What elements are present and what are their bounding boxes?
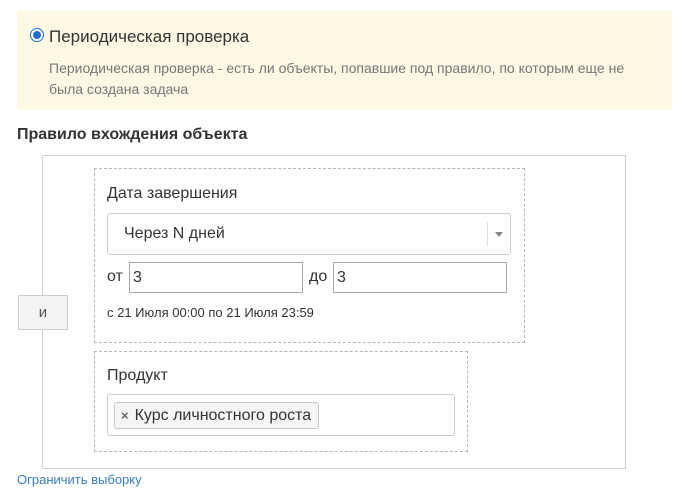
periodic-check-label[interactable]: Периодическая проверка [49, 27, 249, 47]
product-tag: × Курс личностного роста [114, 402, 320, 429]
date-condition-label: Дата завершения [107, 185, 238, 202]
periodic-check-description: Периодическая проверка - есть ли объекты… [49, 60, 625, 97]
logic-operator-button[interactable]: и [18, 295, 68, 330]
logic-operator-label: и [38, 304, 48, 321]
days-from-input[interactable] [129, 262, 303, 293]
rule-section-title: Правило вхождения объекта [17, 126, 248, 143]
date-range-hint: с 21 Июля 00:00 по 21 Июля 23:59 [107, 305, 314, 320]
date-mode-value: Через N дней [124, 225, 225, 242]
remove-tag-icon[interactable]: × [121, 408, 129, 423]
date-mode-select[interactable]: Через N дней [107, 213, 511, 255]
days-to-input[interactable] [333, 262, 507, 293]
periodic-check-radio[interactable] [30, 28, 44, 42]
product-multiselect[interactable]: × Курс личностного роста [107, 394, 455, 436]
chevron-down-icon[interactable] [495, 232, 503, 237]
to-label: до [309, 268, 328, 285]
product-condition-label: Продукт [107, 367, 168, 384]
product-tag-label: Курс личностного роста [134, 406, 312, 424]
limit-selection-link[interactable]: Ограничить выборку [17, 472, 142, 487]
select-divider [487, 222, 488, 246]
from-label: от [107, 268, 123, 285]
